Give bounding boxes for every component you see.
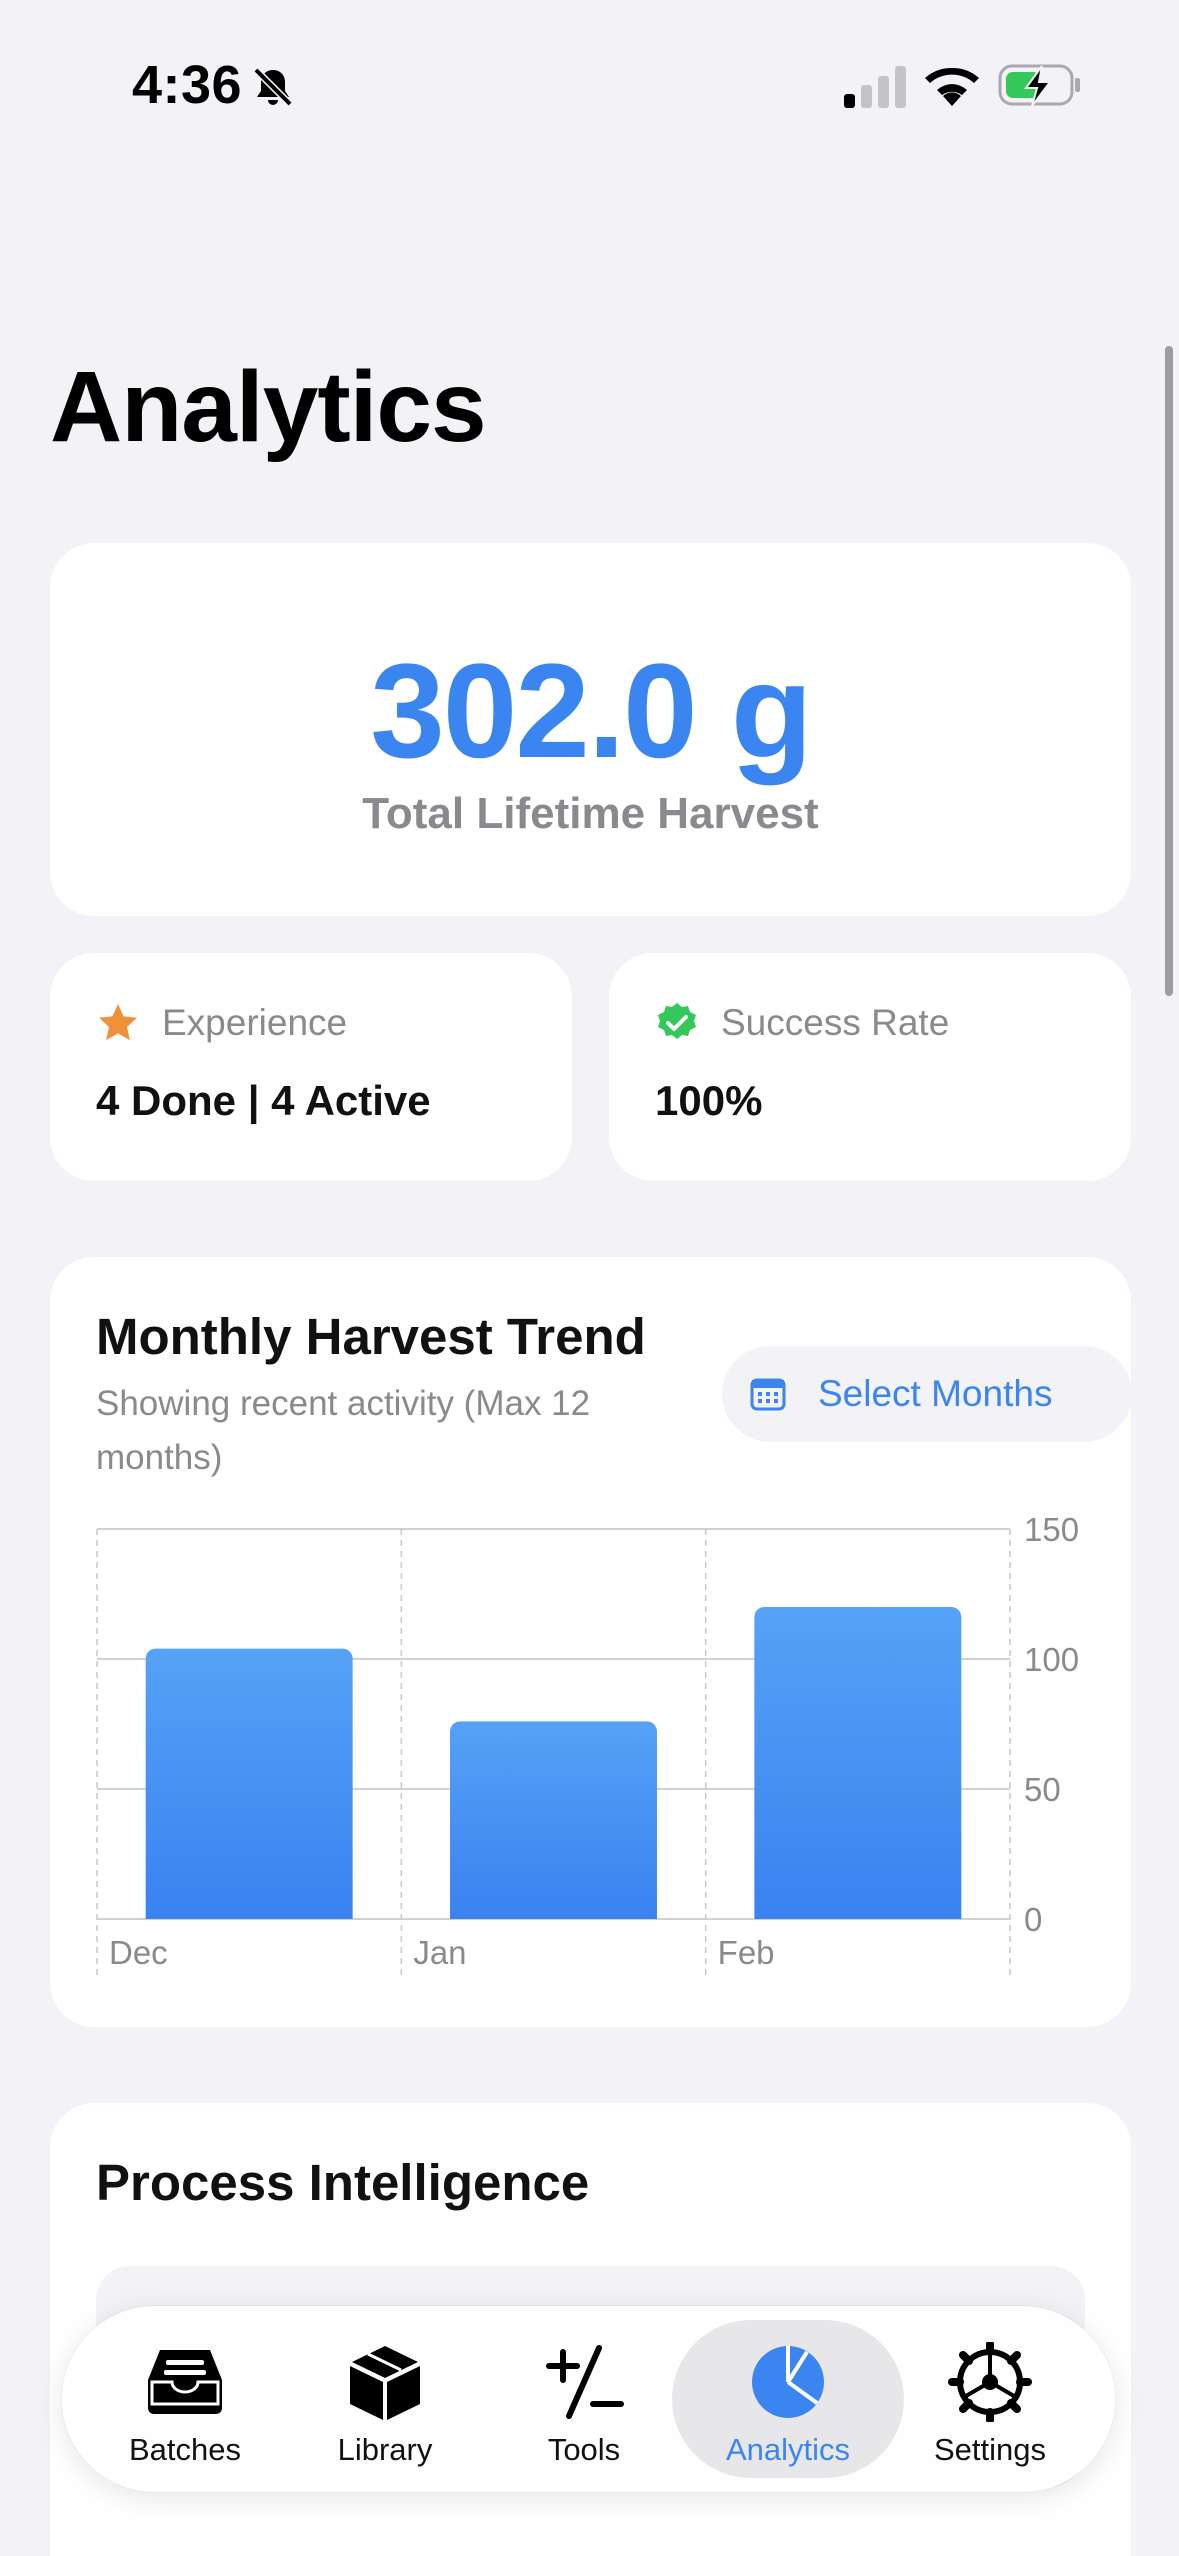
success-rate-card: Success Rate 100% <box>609 953 1131 1181</box>
plus-minus-icon <box>546 2345 624 2419</box>
experience-header: Experience <box>96 1001 347 1045</box>
bar-dec <box>145 1648 353 1919</box>
experience-label: Experience <box>162 1002 348 1043</box>
tab-library-label: Library <box>337 2432 433 2467</box>
cube-icon <box>350 2346 420 2420</box>
y-tick-label: 0 <box>1024 1901 1042 1938</box>
wifi-icon <box>925 67 979 106</box>
tab-tools[interactable]: Tools <box>484 2320 684 2478</box>
tab-settings[interactable]: Settings <box>890 2320 1090 2478</box>
x-tick-label: Dec <box>109 1934 168 1971</box>
tab-settings-label: Settings <box>933 2432 1046 2467</box>
success-rate-label: Success Rate <box>721 1002 950 1043</box>
tab-batches[interactable]: Batches <box>85 2320 285 2478</box>
bell-slash-icon <box>253 67 293 107</box>
y-tick-label: 100 <box>1024 1641 1079 1678</box>
status-time: 4:36 <box>132 55 243 115</box>
process-title: Process Intelligence <box>96 2154 590 2211</box>
tab-analytics[interactable]: Analytics <box>688 2320 888 2478</box>
y-tick-label: 150 <box>1024 1511 1079 1548</box>
tab-bar: Batches Library Tools Analytics Settings <box>62 2306 1115 2492</box>
page-title: Analytics <box>50 351 487 463</box>
tab-batches-label: Batches <box>128 2432 241 2467</box>
tab-analytics-label: Analytics <box>725 2432 851 2467</box>
tray-icon <box>148 2350 222 2414</box>
pie-chart-icon <box>752 2346 824 2418</box>
x-tick-label: Jan <box>413 1934 466 1971</box>
checkmark-seal-icon <box>658 1003 696 1039</box>
monthly-trend-card: Monthly Harvest Trend Showing recent act… <box>50 1257 1132 2027</box>
tab-tools-label: Tools <box>547 2432 621 2467</box>
bar-jan <box>450 1721 657 1919</box>
total-harvest-card: 302.0 g Total Lifetime Harvest <box>50 543 1131 916</box>
x-tick-label: Feb <box>718 1934 775 1971</box>
tab-library[interactable]: Library <box>285 2320 485 2478</box>
status-bar: 4:36 <box>0 0 1179 170</box>
scroll-indicator[interactable] <box>1165 346 1173 996</box>
star-icon <box>99 1004 137 1041</box>
success-rate-header: Success Rate <box>655 1001 949 1045</box>
battery-charging-icon <box>998 64 1080 107</box>
gear-icon <box>948 2342 1032 2422</box>
y-tick-label: 50 <box>1024 1771 1061 1808</box>
success-rate-value: 100% <box>655 1077 763 1124</box>
cellular-signal-icon <box>844 66 906 108</box>
analytics-screen: 4:36 Analytics 302.0 g Total Lifetime Ha… <box>0 0 1179 2556</box>
total-harvest-value: 302.0 g <box>370 637 812 786</box>
total-harvest-label: Total Lifetime Harvest <box>362 789 819 838</box>
bar-feb <box>754 1607 962 1919</box>
harvest-bar-chart: 0 50 100 150 Dec Jan Feb <box>96 1511 1079 1979</box>
experience-value: 4 Done | 4 Active <box>96 1077 431 1124</box>
experience-card: Experience 4 Done | 4 Active <box>50 953 572 1181</box>
